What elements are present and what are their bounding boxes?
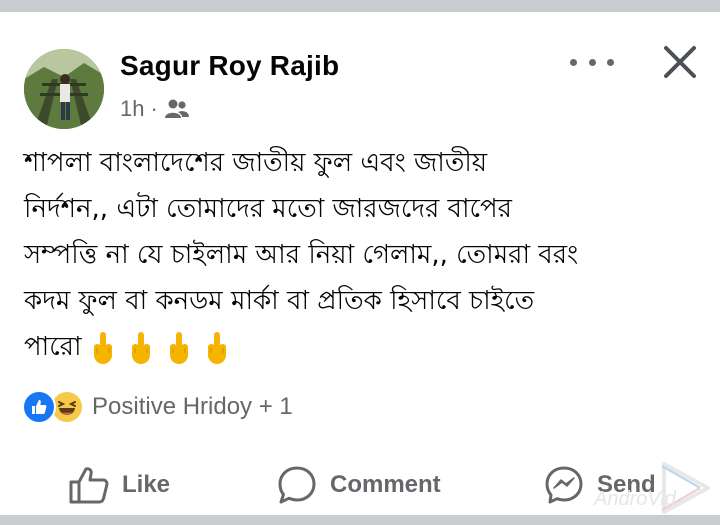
meta-separator: · xyxy=(150,96,158,121)
close-button[interactable] xyxy=(660,42,700,82)
comment-icon xyxy=(278,466,316,504)
post-text-line: শাপলা বাংলাদেশের জাতীয় ফুল এবং জাতীয় xyxy=(24,148,488,178)
like-button[interactable]: Like xyxy=(68,460,170,510)
post-text-line: সম্পত্তি না যে চাইলাম আর নিয়া গেলাম,, ত… xyxy=(24,240,579,270)
middle-finger-emoji xyxy=(170,331,189,364)
post-text-line-last: পারো xyxy=(24,324,704,370)
post-text-line: নির্দশন,, এটা তোমাদের মতো জারজদের বাপের xyxy=(24,194,512,224)
watermark-text: AndroVid xyxy=(594,488,676,510)
emoji-row xyxy=(91,331,229,365)
avatar-photo xyxy=(24,49,104,129)
post-meta: 1h · xyxy=(120,96,190,122)
post-text: শাপলা বাংলাদেশের জাতীয় ফুল এবং জাতীয় ন… xyxy=(24,140,704,370)
middle-finger-emoji xyxy=(208,331,227,364)
reaction-summary[interactable]: Positive Hridoy + 1 xyxy=(92,393,293,421)
middle-finger-emoji xyxy=(94,331,113,364)
post-card: Sagur Roy Rajib 1h · শাপলা বাংলাদেশের জা… xyxy=(0,12,720,515)
messenger-icon xyxy=(545,466,583,504)
more-dot-icon xyxy=(570,58,577,66)
reactions-bar[interactable]: Positive Hridoy + 1 xyxy=(22,390,293,424)
more-options-button[interactable] xyxy=(570,52,614,72)
post-time[interactable]: 1h xyxy=(120,96,144,122)
comment-label: Comment xyxy=(330,471,441,498)
author-name[interactable]: Sagur Roy Rajib xyxy=(120,50,339,82)
avatar[interactable] xyxy=(24,49,104,129)
like-icon xyxy=(22,390,56,424)
middle-finger-emoji xyxy=(132,331,151,364)
post-text-line: পারো xyxy=(24,332,82,362)
more-dot-icon xyxy=(607,58,614,66)
comment-button[interactable]: Comment xyxy=(276,460,441,510)
like-label: Like xyxy=(122,471,171,498)
more-dot-icon xyxy=(588,58,596,66)
friends-icon xyxy=(164,99,189,118)
thumbs-up-icon xyxy=(69,467,109,504)
close-icon xyxy=(664,46,696,78)
post-text-line: কদম ফুল বা কনডম মার্কা বা প্রতিক হিসাবে … xyxy=(24,286,535,316)
